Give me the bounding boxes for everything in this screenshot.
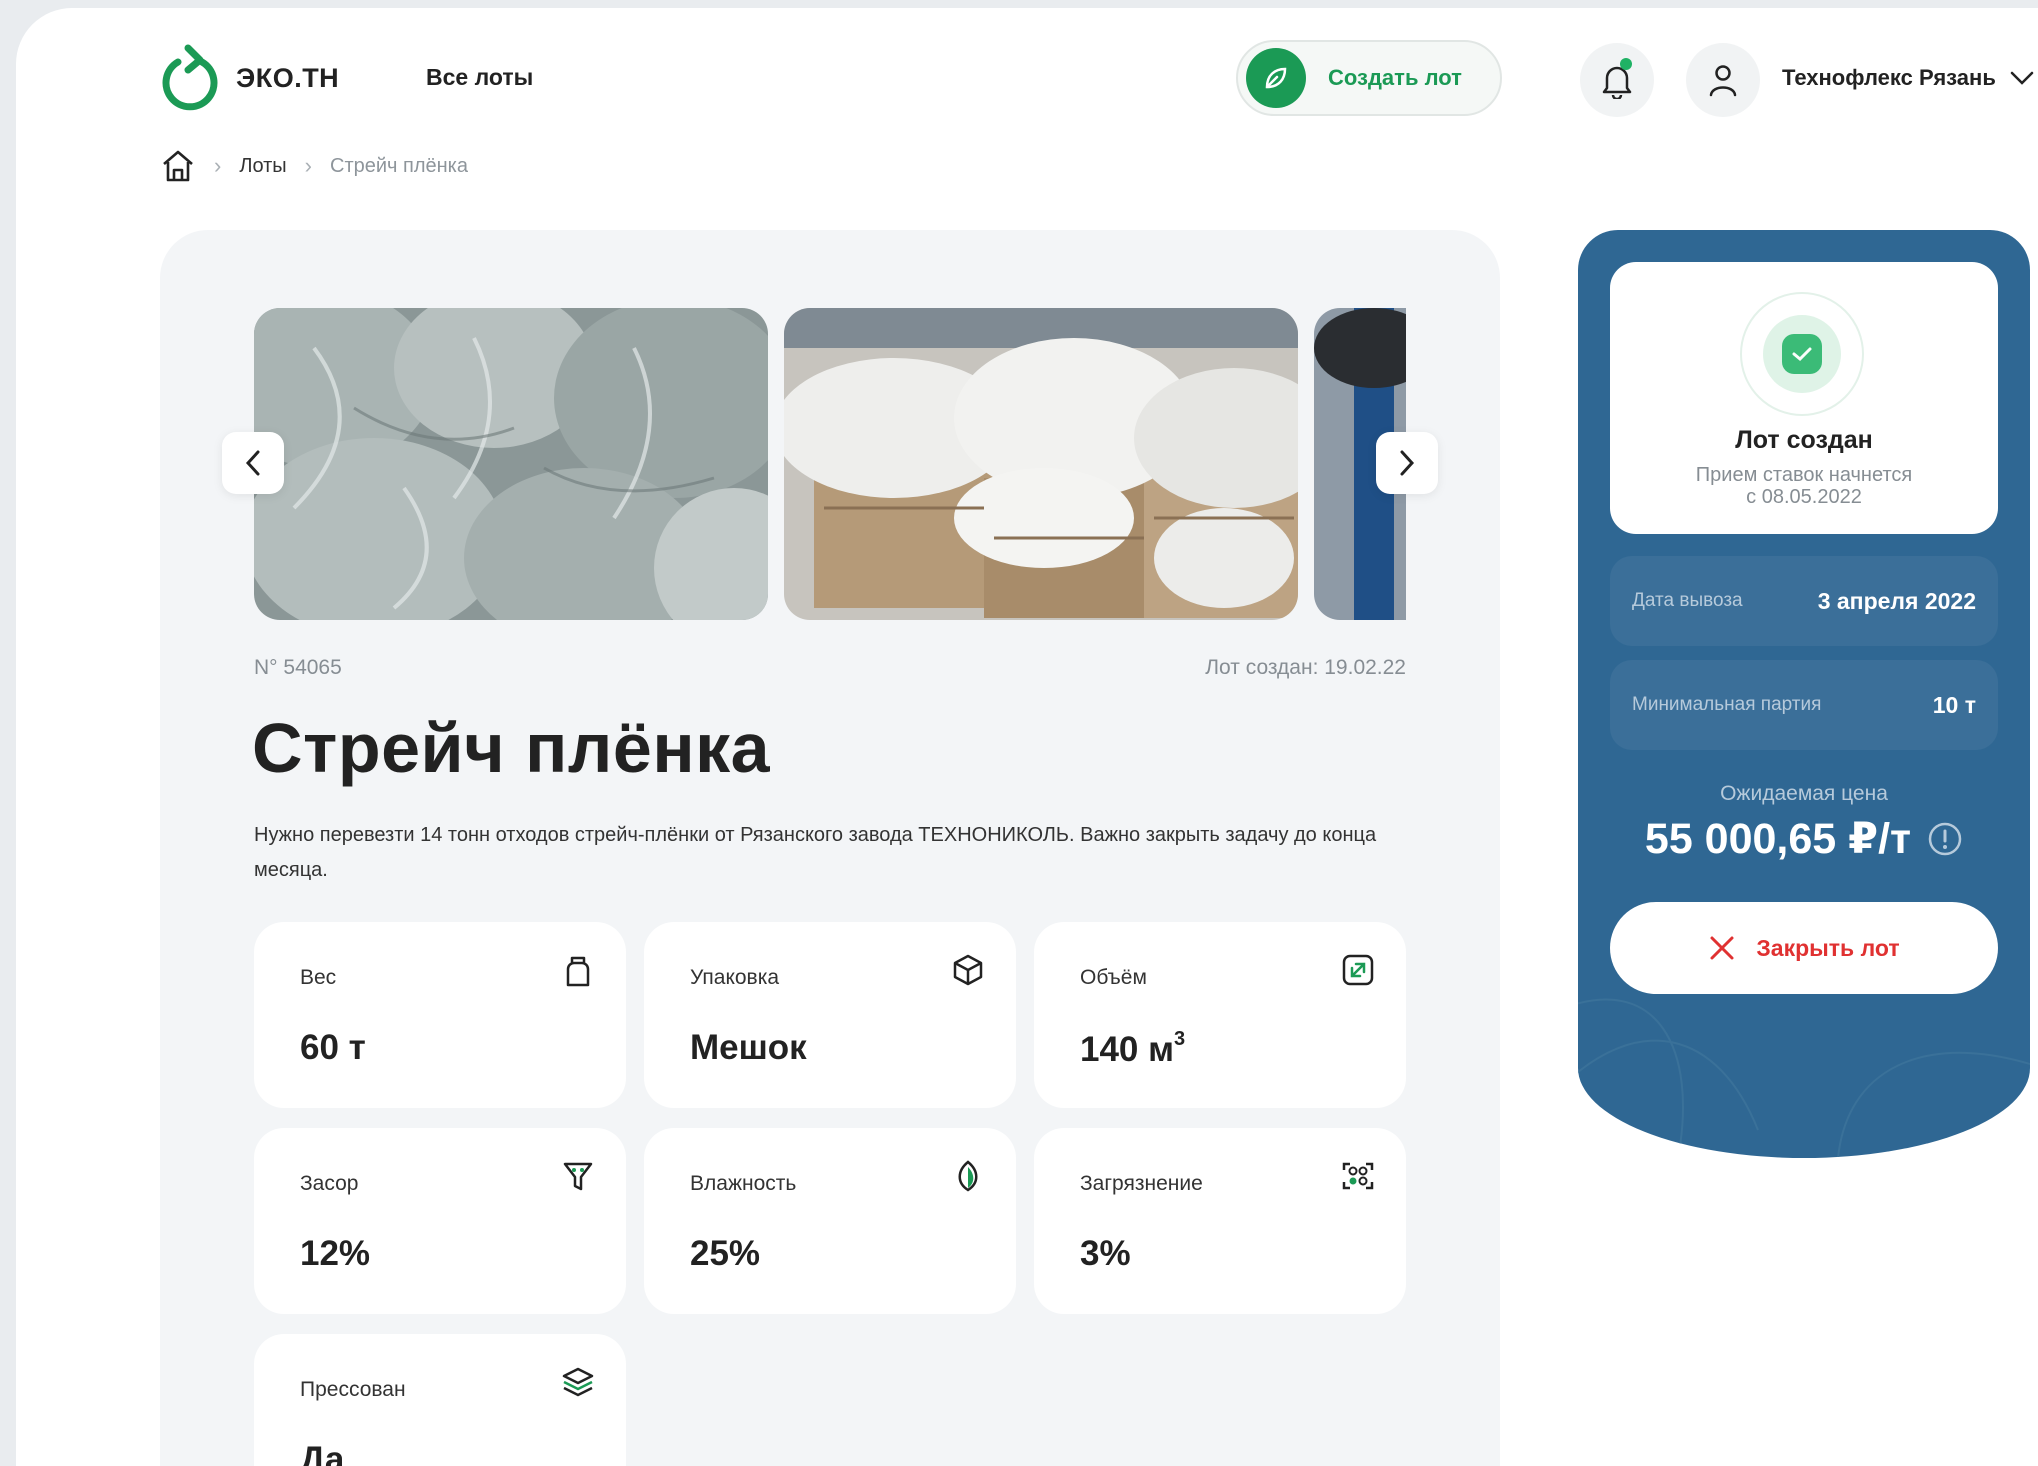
create-lot-button[interactable]: Создать лот (1236, 40, 1502, 116)
param-value: 3% (1080, 1234, 1131, 1273)
status-title: Лот создан (1735, 426, 1873, 454)
scan-icon (1340, 1158, 1376, 1194)
param-label: Объём (1080, 966, 1147, 989)
param-humidity: Влажность 25% (644, 1128, 1016, 1314)
param-label: Прессован (300, 1378, 406, 1401)
filter-icon (560, 1158, 596, 1194)
avatar[interactable] (1686, 43, 1760, 117)
lot-description: Нужно перевезти 14 тонн отходов стрейч-п… (254, 824, 1377, 881)
param-value: 12% (300, 1234, 371, 1273)
param-value: Да (300, 1440, 345, 1466)
pickup-date-value: 3 апреля 2022 (1817, 587, 1976, 614)
notification-dot (1620, 58, 1632, 70)
status-subtitle: Прием ставок начнется с 08.05.2022 (1695, 464, 1913, 508)
close-icon (1710, 936, 1734, 960)
status-card: Лот создан Прием ставок начнется с 08.05… (1610, 262, 1998, 534)
breadcrumb-current: Стрейч плёнка (330, 154, 468, 177)
param-label: Засор (300, 1172, 359, 1195)
lot-number: N° 54065 (254, 656, 342, 679)
lot-created-date: Лот создан: 19.02.22 (1205, 656, 1406, 679)
leaf-icon (950, 1158, 986, 1194)
pickup-date-label: Дата вывоза (1632, 590, 1743, 611)
logo-text: ЭКО.ТН (236, 62, 340, 93)
expand-icon (1340, 952, 1376, 988)
lot-card: N° 54065 Лот создан: 19.02.22 Стрейч плё… (160, 230, 1500, 1466)
param-value: Мешок (690, 1028, 807, 1067)
check-icon (1740, 292, 1864, 416)
breadcrumb-lots[interactable]: Лоты (239, 155, 286, 178)
logo[interactable]: ЭКО.ТН (158, 44, 339, 112)
param-value: 25% (690, 1234, 761, 1273)
param-weight: Вес 60 т (254, 922, 626, 1108)
info-icon[interactable] (1927, 821, 1963, 857)
gallery-prev-button[interactable] (222, 432, 284, 494)
photo-gallery (254, 308, 1406, 620)
param-label: Загрязнение (1080, 1172, 1203, 1195)
param-pressed: Прессован Да (254, 1334, 626, 1466)
photo-2[interactable] (784, 308, 1298, 620)
gallery-next-button[interactable] (1376, 432, 1438, 494)
home-icon[interactable] (160, 148, 196, 184)
nav-all-lots[interactable]: Все лоты (426, 64, 533, 91)
param-contamination: Загрязнение 3% (1034, 1128, 1406, 1314)
min-batch-label: Минимальная партия (1632, 694, 1822, 715)
param-value: 140 м3 (1080, 1028, 1186, 1069)
breadcrumb: › Лоты › Стрейч плёнка (160, 148, 468, 184)
layers-icon (560, 1364, 596, 1400)
lot-status-panel: Лот создан Прием ставок начнется с 08.05… (1578, 230, 2030, 1158)
page-title: Стрейч плёнка (252, 709, 771, 787)
min-batch-value: 10 т (1932, 691, 1976, 718)
pickup-date-row: Дата вывоза 3 апреля 2022 (1610, 556, 1998, 646)
user-menu[interactable]: Технофлекс Рязань (1782, 65, 2034, 91)
param-debris: Засор 12% (254, 1128, 626, 1314)
param-label: Влажность (690, 1172, 797, 1195)
close-lot-label: Закрыть лот (1756, 934, 1900, 961)
recycle-logo-icon (162, 44, 218, 111)
param-label: Вес (300, 966, 337, 989)
create-lot-label: Создать лот (1328, 65, 1462, 90)
chevron-right-icon: › (214, 153, 222, 178)
notifications-button[interactable] (1580, 43, 1654, 117)
photo-1[interactable] (254, 308, 768, 620)
price-label: Ожидаемая цена (1720, 782, 1888, 805)
chevron-down-icon (2010, 71, 2034, 85)
leaf-icon (1246, 48, 1306, 108)
chevron-right-icon (1400, 450, 1415, 476)
chevron-left-icon (245, 450, 260, 476)
param-packaging: Упаковка Мешок (644, 922, 1016, 1108)
weight-bag-icon (560, 952, 596, 988)
param-volume: Объём 140 м3 (1034, 922, 1406, 1108)
chevron-right-icon: › (304, 153, 312, 178)
price-value: 55 000,65 ₽/т (1644, 815, 1912, 863)
param-value: 60 т (300, 1028, 366, 1067)
close-lot-button[interactable]: Закрыть лот (1610, 902, 1998, 994)
box-icon (950, 952, 986, 988)
user-name: Технофлекс Рязань (1782, 65, 1996, 90)
user-icon (1709, 65, 1737, 97)
param-label: Упаковка (690, 966, 780, 989)
min-batch-row: Минимальная партия 10 т (1610, 660, 1998, 750)
price: 55 000,65 ₽/т (1578, 814, 2030, 864)
